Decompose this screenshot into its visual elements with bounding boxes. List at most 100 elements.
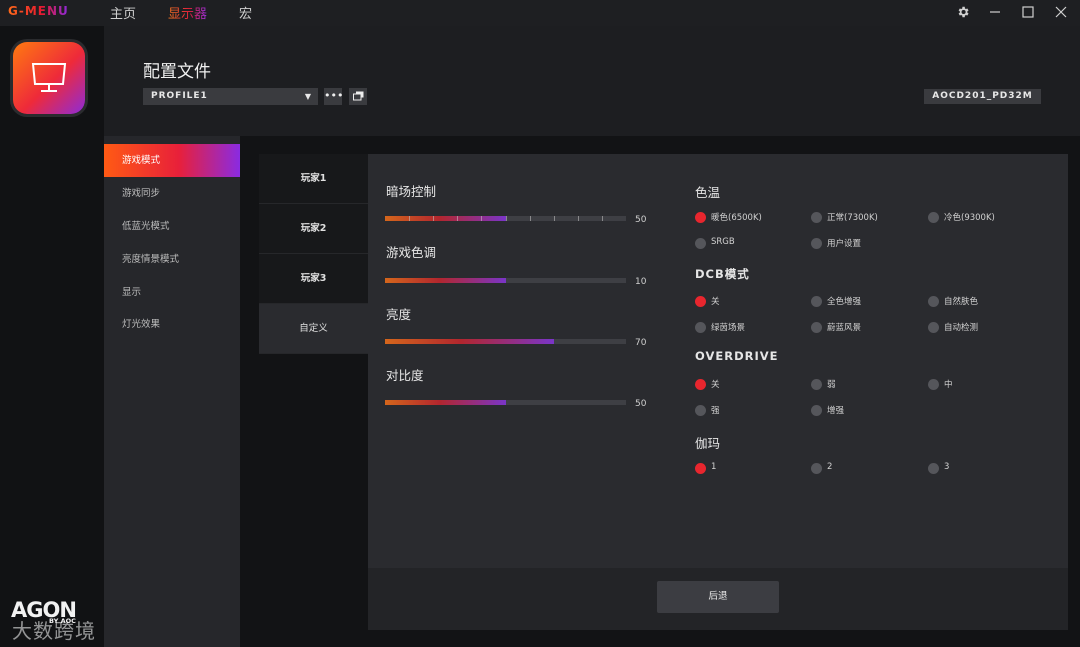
- slider-tick: [409, 216, 410, 221]
- nav-tab-monitor[interactable]: 显示器: [168, 3, 207, 22]
- more-dots-icon: •••: [324, 89, 344, 102]
- minimize-icon: [990, 11, 1000, 13]
- radio-dcb-mode-3[interactable]: [695, 322, 706, 333]
- group-title-overdrive: OVERDRIVE: [695, 349, 779, 363]
- radio-overdrive-3[interactable]: [695, 405, 706, 416]
- group-title-dcb-mode: DCB模式: [695, 267, 750, 281]
- tab-player-2[interactable]: 玩家2: [259, 204, 368, 254]
- slider-contrast[interactable]: [385, 400, 626, 405]
- page-title: 配置文件: [143, 62, 211, 82]
- gear-icon: [958, 6, 969, 18]
- slider-label-contrast: 对比度: [386, 368, 424, 383]
- slider-label-game-color: 游戏色调: [386, 245, 437, 260]
- tab-player-3[interactable]: 玩家3: [259, 254, 368, 304]
- radio-color-temp-2[interactable]: [928, 212, 939, 223]
- radio-label-color-temp: SRGB: [711, 237, 735, 247]
- nav-tab-home[interactable]: 主页: [110, 3, 136, 22]
- radio-overdrive-0[interactable]: [695, 379, 706, 390]
- monitor-model-badge: AOCD201_PD32M: [924, 89, 1041, 104]
- radio-dcb-mode-2[interactable]: [928, 296, 939, 307]
- window-switch-icon: [352, 91, 363, 101]
- slider-value-shadow-control: 50: [635, 215, 647, 225]
- radio-label-overdrive: 关: [711, 380, 720, 390]
- title-bar: [0, 0, 1080, 26]
- slider-fill: [385, 216, 506, 221]
- slider-value-game-color: 10: [635, 277, 647, 287]
- profile-window-button[interactable]: [349, 88, 367, 105]
- slider-value-brightness: 70: [635, 338, 647, 348]
- slider-value-contrast: 50: [635, 399, 647, 409]
- radio-label-gamma: 1: [711, 462, 717, 472]
- radio-label-dcb-mode: 关: [711, 297, 720, 307]
- slider-tick: [530, 216, 531, 221]
- chevron-down-icon: ▼: [304, 92, 312, 101]
- profile-more-button[interactable]: •••: [324, 88, 344, 105]
- close-button[interactable]: [1051, 3, 1071, 21]
- radio-label-dcb-mode: 蔚蓝风景: [827, 323, 862, 333]
- monitor-icon: [31, 63, 67, 92]
- profile-dropdown-value: PROFILE1: [151, 91, 208, 101]
- minimize-button[interactable]: [985, 3, 1005, 21]
- slider-tick: [433, 216, 434, 221]
- tab-custom[interactable]: 自定义: [259, 304, 368, 354]
- radio-color-temp-4[interactable]: [811, 238, 822, 249]
- tab-player-1[interactable]: 玩家1: [259, 154, 368, 204]
- radio-label-dcb-mode: 全色增强: [827, 297, 862, 307]
- slider-tick: [481, 216, 482, 221]
- sidebar-item-low-blue-light[interactable]: 低蓝光模式: [104, 210, 240, 243]
- radio-overdrive-2[interactable]: [928, 379, 939, 390]
- slider-fill: [385, 400, 506, 405]
- radio-label-overdrive: 弱: [827, 380, 836, 390]
- profile-header: [104, 26, 1080, 136]
- radio-label-overdrive: 中: [944, 380, 953, 390]
- radio-gamma-2[interactable]: [928, 463, 939, 474]
- radio-label-color-temp: 用户设置: [827, 239, 862, 249]
- radio-gamma-0[interactable]: [695, 463, 706, 474]
- sidebar-item-display[interactable]: 显示: [104, 276, 240, 309]
- radio-color-temp-1[interactable]: [811, 212, 822, 223]
- radio-dcb-mode-1[interactable]: [811, 296, 822, 307]
- radio-label-dcb-mode: 自动检测: [944, 323, 979, 333]
- maximize-icon: [1022, 6, 1034, 18]
- radio-label-dcb-mode: 自然肤色: [944, 297, 979, 307]
- radio-gamma-1[interactable]: [811, 463, 822, 474]
- slider-tick: [602, 216, 603, 221]
- slider-tick: [554, 216, 555, 221]
- close-icon: [1055, 6, 1067, 18]
- slider-brightness[interactable]: [385, 339, 626, 344]
- back-button[interactable]: 后退: [657, 581, 779, 613]
- sidebar-item-light-effect[interactable]: 灯光效果: [104, 308, 240, 341]
- group-title-color-temp: 色温: [695, 185, 721, 200]
- radio-label-color-temp: 冷色(9300K): [944, 213, 995, 223]
- slider-game-color[interactable]: [385, 278, 626, 283]
- sidebar-item-game-mode[interactable]: 游戏模式: [104, 144, 240, 177]
- profile-dropdown[interactable]: PROFILE1 ▼: [143, 88, 318, 105]
- radio-overdrive-1[interactable]: [811, 379, 822, 390]
- radio-label-gamma: 2: [827, 462, 833, 472]
- slider-label-brightness: 亮度: [386, 307, 412, 322]
- slider-tick: [457, 216, 458, 221]
- maximize-button[interactable]: [1018, 3, 1038, 21]
- radio-label-gamma: 3: [944, 462, 950, 472]
- slider-tick: [506, 216, 507, 221]
- slider-shadow-control[interactable]: [385, 216, 626, 221]
- settings-button[interactable]: [953, 3, 973, 21]
- radio-dcb-mode-5[interactable]: [928, 322, 939, 333]
- radio-dcb-mode-0[interactable]: [695, 296, 706, 307]
- radio-color-temp-0[interactable]: [695, 212, 706, 223]
- slider-fill: [385, 278, 506, 283]
- watermark: 大数跨境: [12, 619, 96, 643]
- monitor-device-button[interactable]: [13, 42, 85, 114]
- radio-label-color-temp: 正常(7300K): [827, 213, 878, 223]
- radio-label-dcb-mode: 绿茵场景: [711, 323, 746, 333]
- sidebar-item-game-sync[interactable]: 游戏同步: [104, 177, 240, 210]
- nav-tab-macro[interactable]: 宏: [239, 3, 252, 22]
- radio-overdrive-4[interactable]: [811, 405, 822, 416]
- left-rail: [0, 26, 104, 647]
- radio-color-temp-3[interactable]: [695, 238, 706, 249]
- slider-tick: [578, 216, 579, 221]
- sidebar-item-brightness-scene[interactable]: 亮度情景模式: [104, 243, 240, 276]
- radio-label-overdrive: 增强: [827, 406, 845, 416]
- radio-dcb-mode-4[interactable]: [811, 322, 822, 333]
- app-logo: G-MENU: [8, 4, 69, 18]
